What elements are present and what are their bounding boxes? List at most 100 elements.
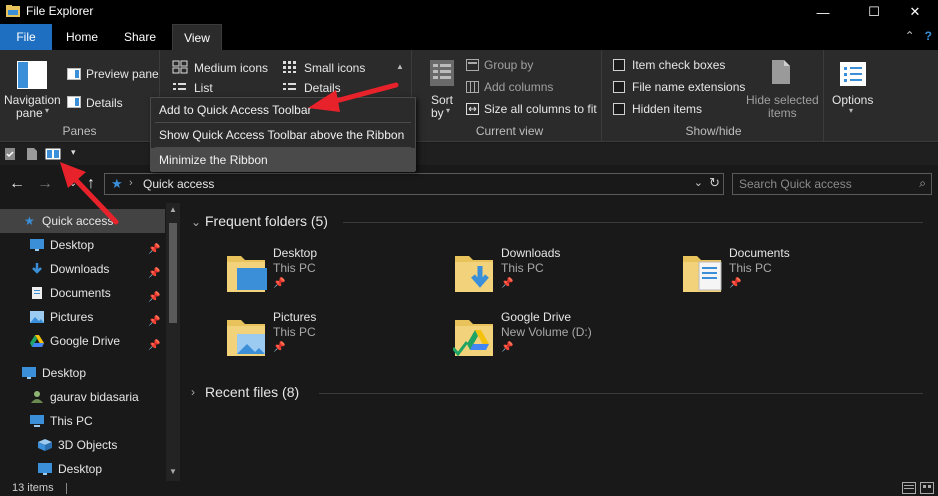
forward-button[interactable]: → (34, 174, 56, 194)
scroll-up-icon[interactable]: ▲ (169, 205, 177, 214)
file-name-extensions-checkbox[interactable] (613, 81, 625, 93)
nav-scrollbar[interactable]: ▲ ▼ (166, 203, 180, 481)
options-icon[interactable] (838, 60, 868, 88)
search-input[interactable]: Search Quick access ⌕ (732, 173, 932, 195)
tab-home[interactable]: Home (56, 24, 108, 50)
pin-icon: 📌 (148, 340, 161, 351)
menu-item-show-qat-above-ribbon[interactable]: Show Quick Access Toolbar above the Ribb… (151, 123, 415, 147)
scrollbar-thumb[interactable] (169, 223, 177, 323)
details-pane-button[interactable]: Details (86, 96, 123, 110)
chevron-right-icon[interactable]: › (191, 385, 195, 399)
frequent-folders-header[interactable]: Frequent folders (5) (205, 213, 328, 229)
preview-pane-button[interactable]: Preview pane (86, 67, 159, 81)
properties-icon[interactable] (4, 147, 16, 161)
details-view-toggle-icon[interactable] (902, 482, 916, 494)
sort-by-icon[interactable] (428, 58, 456, 88)
file-name-extensions-label: File name extensions (632, 80, 746, 94)
sidebar-item-desktop[interactable]: Desktop 📌 (0, 233, 165, 257)
folder-desktop[interactable]: Desktop This PC 📌 (225, 246, 435, 302)
sidebar-item-label: Documents (50, 286, 111, 300)
back-button[interactable]: ← (6, 174, 28, 194)
preview-pane-qat-icon[interactable] (45, 148, 61, 160)
address-path[interactable]: Quick access (143, 177, 214, 191)
navigation-pane-label2[interactable]: pane (16, 106, 43, 120)
medium-icons-option[interactable]: Medium icons (194, 61, 268, 75)
desktop-icon (30, 239, 44, 251)
hide-selected-icon[interactable] (770, 58, 792, 86)
chevron-up-icon[interactable]: ⌃ (905, 29, 915, 43)
folder-name: Downloads (501, 246, 561, 260)
sidebar-item-desktop-pc[interactable]: Desktop (0, 457, 165, 481)
scroll-up-icon[interactable]: ▲ (396, 62, 404, 71)
sidebar-item-this-pc[interactable]: This PC (0, 409, 165, 433)
chevron-down-icon[interactable]: ⌄ (191, 215, 201, 229)
list-icon (173, 83, 186, 90)
hidden-items-checkbox[interactable] (613, 103, 625, 115)
sort-by-label[interactable]: Sort (431, 93, 453, 107)
content-pane: ⌄ Frequent folders (5) Desktop This PC 📌… (183, 203, 938, 481)
tab-share[interactable]: Share (114, 24, 166, 50)
new-folder-icon[interactable] (26, 147, 38, 161)
navigation-pane-icon[interactable] (16, 60, 48, 90)
sidebar-item-documents[interactable]: Documents 📌 (0, 281, 165, 305)
customize-qat-icon[interactable]: ▾ (71, 147, 76, 158)
folder-location: New Volume (D:) (501, 325, 592, 339)
scroll-down-icon[interactable]: ▼ (169, 467, 177, 476)
folder-name: Pictures (273, 310, 317, 324)
tab-view[interactable]: View (172, 24, 222, 50)
sort-by-label2[interactable]: by (431, 106, 444, 120)
options-button[interactable]: Options (832, 93, 873, 107)
small-icons-option[interactable]: Small icons (304, 61, 365, 75)
close-button[interactable]: ✕ (892, 0, 938, 24)
help-icon[interactable]: ? (925, 29, 932, 43)
menu-item-add-to-quick-access-toolbar[interactable]: Add to Quick Access Toolbar (151, 98, 415, 122)
ribbon: Navigation pane ▾ Preview pane Details P… (0, 50, 938, 142)
current-view-group: Sort by ▾ Group by Add columns Size all … (418, 50, 602, 142)
panes-group: Navigation pane ▾ Preview pane Details P… (0, 50, 160, 142)
list-option[interactable]: List (194, 81, 213, 95)
pin-icon: 📌 (729, 278, 742, 289)
tab-file[interactable]: File (0, 24, 52, 50)
title-bar: File Explorer — ☐ ✕ (0, 0, 938, 24)
desktop-icon (38, 463, 52, 475)
documents-icon (32, 287, 42, 299)
hide-selected-label[interactable]: Hide selected (746, 93, 819, 107)
hide-selected-label2[interactable]: items (768, 106, 797, 120)
chevron-down-icon[interactable]: ⌄ (694, 176, 703, 189)
hidden-items-label: Hidden items (632, 102, 703, 116)
navigation-pane-label[interactable]: Navigation (4, 93, 61, 107)
address-bar[interactable]: ★ › Quick access ⌄ ↻ (104, 173, 724, 195)
sidebar-item-google-drive[interactable]: Google Drive 📌 (0, 329, 165, 353)
folder-downloads[interactable]: Downloads This PC 📌 (453, 246, 663, 302)
group-by-button[interactable]: Group by (484, 58, 533, 72)
size-all-columns-button[interactable]: Size all columns to fit (484, 102, 597, 116)
add-columns-button[interactable]: Add columns (484, 80, 553, 94)
sidebar-item-quick-access[interactable]: ★ Quick access (0, 209, 165, 233)
search-icon[interactable]: ⌕ (919, 176, 926, 191)
folder-google-drive[interactable]: Google Drive New Volume (D:) 📌 (453, 310, 663, 366)
up-button[interactable]: ↑ (80, 174, 102, 194)
sidebar-item-3d-objects[interactable]: 3D Objects (0, 433, 165, 457)
details-option[interactable]: Details (304, 81, 341, 95)
sidebar-item-label: Desktop (42, 366, 87, 380)
preview-pane-icon (67, 68, 81, 80)
sidebar-item-downloads[interactable]: Downloads 📌 (0, 257, 165, 281)
large-icons-view-toggle-icon[interactable] (920, 482, 934, 494)
refresh-icon[interactable]: ↻ (709, 175, 720, 191)
folder-pictures[interactable]: Pictures This PC 📌 (225, 310, 435, 366)
menu-item-minimize-ribbon[interactable]: Minimize the Ribbon (151, 148, 415, 172)
medium-icons-icon (172, 60, 188, 74)
sidebar-item-desktop-root[interactable]: Desktop (0, 361, 165, 385)
sidebar-item-user[interactable]: gaurav bidasaria (0, 385, 165, 409)
chevron-right-icon[interactable]: › (129, 177, 133, 189)
sidebar-item-label: Pictures (50, 310, 94, 324)
folder-name: Google Drive (501, 310, 572, 324)
item-check-boxes-checkbox[interactable] (613, 59, 625, 71)
recent-files-header[interactable]: Recent files (8) (205, 384, 299, 400)
minimize-button[interactable]: — (800, 0, 846, 24)
folder-documents[interactable]: Documents This PC 📌 (681, 246, 891, 302)
folder-location: This PC (273, 261, 316, 275)
dropdown-arrow-icon: ▾ (849, 106, 854, 115)
maximize-button[interactable]: ☐ (851, 0, 897, 24)
sidebar-item-pictures[interactable]: Pictures 📌 (0, 305, 165, 329)
